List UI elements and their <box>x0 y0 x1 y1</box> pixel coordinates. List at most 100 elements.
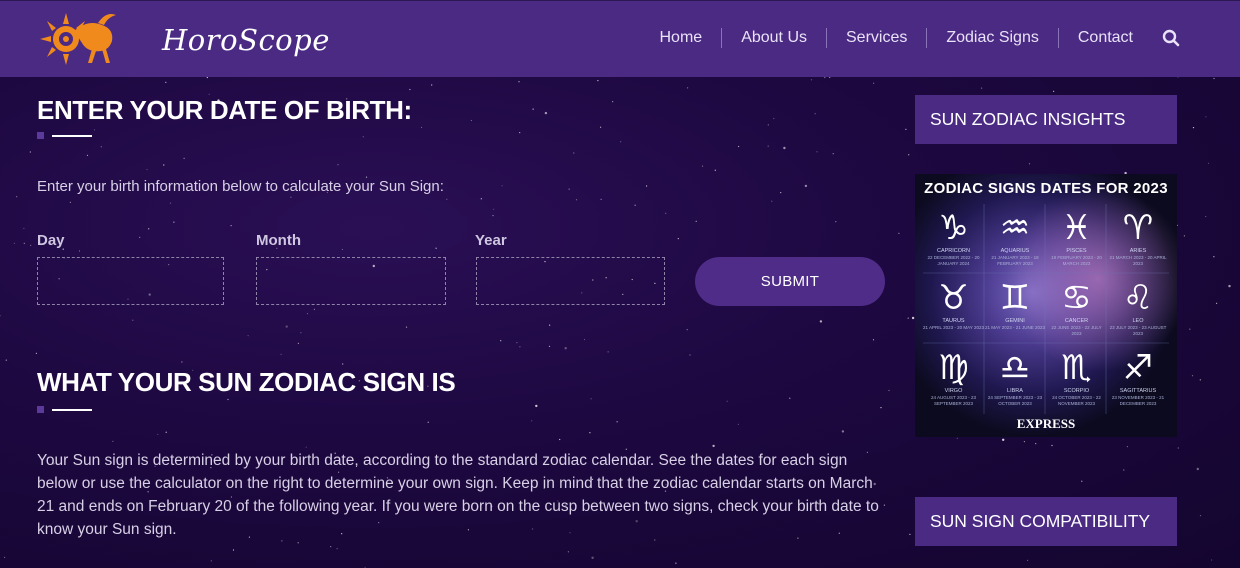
star-dot <box>285 325 288 328</box>
nav-contact[interactable]: Contact <box>1059 27 1152 49</box>
star-dot <box>69 201 71 203</box>
star-dot <box>616 421 618 423</box>
star-dot <box>612 101 614 103</box>
star-dot <box>232 549 235 551</box>
star-dot <box>290 196 292 198</box>
star-dot <box>300 332 302 334</box>
star-dot <box>139 236 141 238</box>
star-dot <box>78 250 81 252</box>
nav-about-us[interactable]: About Us <box>722 27 826 49</box>
express-logo: EXPRESS <box>1016 416 1076 431</box>
zodiac-sign-dates: 24 OCTOBER 2023 - 22 NOVEMBER 2023 <box>1052 395 1101 406</box>
star-dot <box>911 316 915 320</box>
zodiac-sign-dates: 21 MARCH 2023 - 20 APRIL 2023 <box>1109 255 1167 266</box>
star-dot <box>306 313 309 315</box>
star-dot <box>880 407 882 409</box>
zodiac-sign-name: CAPRICORN <box>936 248 970 254</box>
zodiac-sign-cell: ♈ ARIES 21 MARCH 2023 - 20 APRIL 2023 <box>1108 204 1169 274</box>
sun-capricorn-icon <box>40 13 116 65</box>
star-dot <box>564 347 567 350</box>
star-dot <box>549 324 551 326</box>
star-dot <box>544 111 548 115</box>
star-dot <box>148 228 150 230</box>
sidebar-insights-heading[interactable]: SUN ZODIAC INSIGHTS <box>915 95 1177 144</box>
star-dot <box>773 117 775 120</box>
star-dot <box>112 440 114 442</box>
star-dot <box>701 165 704 167</box>
search-icon[interactable] <box>1162 29 1180 47</box>
star-dot <box>1199 379 1201 381</box>
star-dot <box>909 533 911 536</box>
star-dot <box>30 244 32 246</box>
brand-name[interactable]: HoroScope <box>162 23 330 57</box>
star-dot <box>100 146 102 148</box>
star-dot <box>313 308 315 310</box>
star-dot <box>500 340 502 342</box>
zodiac-glyph-icon: ♋ <box>1061 278 1092 318</box>
star-dot <box>16 196 18 198</box>
zodiac-sign-dates: 23 JULY 2023 - 23 AUGUST 2023 <box>1109 325 1167 336</box>
zodiac-sign-cell: ♉ TAURUS 21 APRIL 2023 - 20 MAY 2023 <box>923 274 984 344</box>
star-dot <box>173 221 175 223</box>
zodiac-glyph-icon: ♏ <box>1061 348 1092 388</box>
star-dot <box>832 153 834 155</box>
star-dot <box>0 315 1 317</box>
star-dot <box>1191 375 1194 377</box>
star-dot <box>435 247 437 249</box>
nav-services[interactable]: Services <box>827 27 926 49</box>
day-input[interactable] <box>37 257 224 305</box>
star-dot <box>535 404 538 408</box>
sun-sign-description: Your Sun sign is determined by your birt… <box>37 452 879 538</box>
star-dot <box>873 82 875 84</box>
star-dot <box>726 400 728 402</box>
star-dot <box>516 342 518 344</box>
brand-logo[interactable]: HoroScope <box>36 9 329 69</box>
star-dot <box>695 220 697 222</box>
star-dot <box>600 198 602 200</box>
star-dot <box>981 87 983 89</box>
zodiac-sign-dates: 19 FEBRUARY 2023 - 20 MARCH 2023 <box>1051 255 1102 266</box>
zodiac-glyph-icon: ♒ <box>999 208 1031 248</box>
star-dot <box>559 438 561 441</box>
star-dot <box>1192 127 1195 129</box>
sun-sign-title: WHAT YOUR SUN ZODIAC SIGN IS <box>37 367 456 397</box>
zodiac-card-title: ZODIAC SIGNS DATES FOR 2023 <box>924 180 1168 197</box>
sidebar-compatibility-heading[interactable]: SUN SIGN COMPATIBILITY <box>915 497 1177 546</box>
zodiac-dates-image[interactable]: ZODIAC SIGNS DATES FOR 2023 ♑ CAPRICORN 22… <box>915 174 1177 437</box>
month-input[interactable] <box>256 257 446 305</box>
star-dot <box>780 192 782 194</box>
zodiac-sign-dates: 23 NOVEMBER 2023 - 21 DECEMBER 2023 <box>1111 395 1165 406</box>
star-dot <box>548 345 551 347</box>
star-dot <box>1211 559 1213 561</box>
star-dot <box>620 141 622 143</box>
star-dot <box>531 420 533 422</box>
nav-zodiac-signs[interactable]: Zodiac Signs <box>927 27 1058 49</box>
star-dot <box>1027 559 1029 562</box>
star-dot <box>280 353 282 355</box>
star-dot <box>1051 444 1053 447</box>
star-dot <box>737 423 740 425</box>
star-dot <box>165 431 167 433</box>
submit-button[interactable]: SUBMIT <box>695 257 885 306</box>
star-dot <box>824 76 826 79</box>
zodiac-sign-dates: 21 APRIL 2023 - 20 MAY 2023 <box>923 325 984 330</box>
star-dot <box>816 151 818 153</box>
star-dot <box>583 338 586 341</box>
star-dot <box>227 398 229 401</box>
zodiac-glyph-icon: ♎ <box>999 348 1031 388</box>
star-dot <box>783 146 786 150</box>
nav-home[interactable]: Home <box>641 27 722 49</box>
star-dot <box>714 169 716 171</box>
zodiac-sign-cell: ♐ SAGITTARIUS 23 NOVEMBER 2023 - 21 DECEMB… <box>1108 344 1169 414</box>
star-dot <box>165 81 167 83</box>
zodiac-sign-name: LEO <box>1132 318 1144 324</box>
zodiac-sign-cell: ♒ AQUARIUS 21 JANUARY 2023 - 18 FEBRUARY 2… <box>985 204 1046 274</box>
year-input[interactable] <box>476 257 665 305</box>
star-dot <box>591 556 594 559</box>
star-dot <box>898 232 900 234</box>
star-dot <box>600 126 602 128</box>
star-dot <box>872 339 875 341</box>
star-dot <box>835 221 837 223</box>
zodiac-sign-cell: ♑ CAPRICORN 22 DECEMBER 2022 - 20 JANUARY … <box>923 204 984 274</box>
zodiac-glyph-icon: ♉ <box>938 278 969 318</box>
